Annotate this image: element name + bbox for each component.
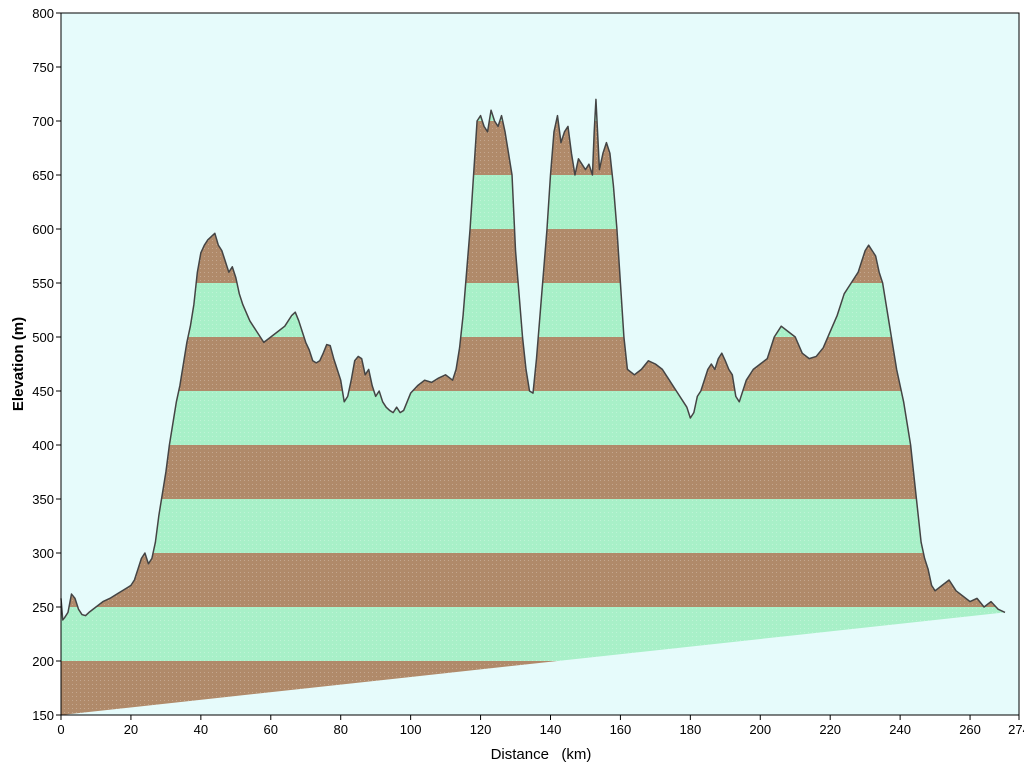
- x-tick-label: 220: [819, 722, 841, 737]
- x-tick-label: 0: [57, 722, 64, 737]
- y-tick-label: 650: [32, 168, 54, 183]
- x-tick-label: 180: [679, 722, 701, 737]
- x-tick-label: 160: [610, 722, 632, 737]
- x-tick-label: 240: [889, 722, 911, 737]
- y-tick-label: 700: [32, 114, 54, 129]
- elevation-profile-chart: 020406080100120140160180200220240260274 …: [10, 6, 1024, 763]
- y-tick-label: 150: [32, 708, 54, 723]
- y-tick-label: 300: [32, 546, 54, 561]
- y-tick-label: 750: [32, 60, 54, 75]
- elevation-band-texture-450: [61, 337, 1006, 391]
- y-axis: 150 200 250 300 350 400 450 500 550 600 650 700 750 8…: [32, 6, 61, 723]
- elevation-band-texture-400: [61, 391, 1006, 445]
- x-tick-label: 274: [1008, 722, 1024, 737]
- y-tick-label: 550: [32, 276, 54, 291]
- y-tick-label: 400: [32, 438, 54, 453]
- x-tick-label: 40: [194, 722, 208, 737]
- x-tick-label: 20: [124, 722, 138, 737]
- x-tick-label: 120: [470, 722, 492, 737]
- y-tick-label: 500: [32, 330, 54, 345]
- x-tick-label: 60: [264, 722, 278, 737]
- y-tick-label: 200: [32, 654, 54, 669]
- y-tick-label: 800: [32, 6, 54, 21]
- x-axis-title: Distance (km): [491, 746, 592, 763]
- y-axis-title: Elevation (m): [10, 317, 27, 411]
- y-tick-label: 350: [32, 492, 54, 507]
- x-tick-label: 100: [400, 722, 422, 737]
- x-tick-label: 140: [540, 722, 562, 737]
- x-tick-label: 200: [749, 722, 771, 737]
- y-tick-label: 450: [32, 384, 54, 399]
- elevation-band-texture-350: [61, 445, 1006, 499]
- x-tick-label: 80: [333, 722, 347, 737]
- y-tick-label: 250: [32, 600, 54, 615]
- elevation-band-texture-300: [61, 499, 1006, 553]
- y-tick-label: 600: [32, 222, 54, 237]
- x-axis: 0 20 40 60 80 100 120 140 160 180 200 220 240 260 274: [57, 715, 1024, 737]
- x-tick-label: 260: [959, 722, 981, 737]
- elevation-band-texture-250: [61, 553, 1006, 607]
